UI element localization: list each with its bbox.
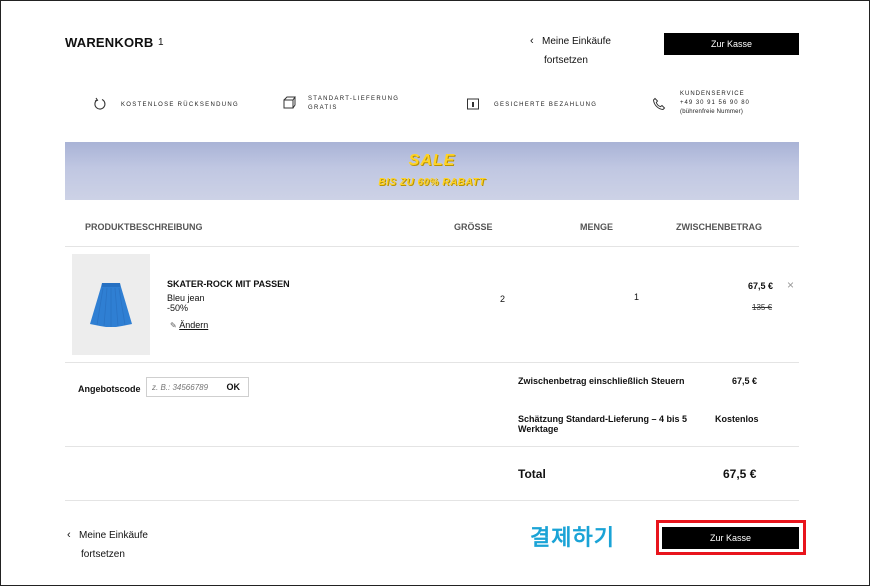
continue-shopping-link-bottom[interactable]: ‹ Meine Einkäufe fortsetzen bbox=[67, 526, 148, 564]
product-color: Bleu jean bbox=[167, 293, 205, 303]
promo-ok-button[interactable]: OK bbox=[227, 382, 241, 392]
chevron-left-icon: ‹ bbox=[67, 529, 71, 541]
divider bbox=[65, 246, 799, 247]
sale-banner[interactable]: SALE BIS ZU 60% RABATT bbox=[65, 142, 799, 200]
feature-secure-payment: GESICHERTE BEZAHLUNG bbox=[494, 102, 598, 108]
item-old-price: 135 € bbox=[752, 303, 773, 312]
promo-code-input[interactable] bbox=[152, 381, 220, 393]
item-price: 67,5 € bbox=[748, 281, 774, 291]
product-name[interactable]: SKATER-ROCK MIT PASSEN bbox=[167, 279, 290, 289]
continue-label-1: Meine Einkäufe bbox=[542, 36, 611, 47]
divider bbox=[65, 362, 799, 363]
promo-code-label: Angebotscode bbox=[78, 384, 141, 394]
feature-customer-service: KUNDENSERVICE +49 30 91 56 90 80 (bühren… bbox=[680, 90, 750, 117]
cart-count: 1 bbox=[158, 37, 164, 48]
continue-label-2: fortsetzen bbox=[544, 55, 588, 66]
page-title: WARENKORB bbox=[65, 35, 154, 50]
remove-item-icon[interactable]: × bbox=[787, 278, 794, 292]
product-image[interactable] bbox=[72, 254, 150, 355]
box-icon bbox=[282, 96, 296, 112]
phone-icon bbox=[652, 97, 666, 113]
product-discount: -50% bbox=[167, 303, 189, 313]
divider bbox=[65, 446, 799, 447]
product-variant: Bleu jean -50% bbox=[167, 293, 205, 313]
shipping-label-line1: Schätzung Standard-Lieferung – 4 bis 5 bbox=[518, 414, 688, 424]
subtotal-value: 67,5 € bbox=[732, 376, 758, 386]
continue-bottom-label-1: Meine Einkäufe bbox=[79, 530, 148, 541]
item-quantity[interactable]: 1 bbox=[634, 292, 639, 302]
customer-service-phone[interactable]: +49 30 91 56 90 80 bbox=[680, 99, 750, 108]
col-header-quantity: MENGE bbox=[580, 222, 614, 232]
feature-delivery-line2: GRATIS bbox=[308, 105, 338, 111]
return-arrow-icon bbox=[93, 97, 107, 113]
chevron-left-icon: ‹ bbox=[530, 35, 534, 47]
shipping-label: Schätzung Standard-Lieferung – 4 bis 5 W… bbox=[518, 414, 687, 434]
col-header-subtotal: ZWISCHENBETRAG bbox=[676, 222, 762, 232]
continue-shopping-link-top[interactable]: ‹ Meine Einkäufe fortsetzen bbox=[530, 32, 611, 70]
checkout-button-bottom[interactable]: Zur Kasse bbox=[662, 527, 799, 549]
subtotal-label: Zwischenbetrag einschließlich Steuern bbox=[518, 376, 685, 386]
banner-title: SALE bbox=[408, 152, 456, 169]
shipping-value: Kostenlos bbox=[715, 414, 759, 424]
shipping-label-line2: Werktage bbox=[518, 424, 559, 434]
feature-delivery-line1: STANDART-LIEFERUNG bbox=[308, 96, 400, 102]
customer-service-note: (bührenfreie Nummer) bbox=[680, 109, 744, 115]
total-label: Total bbox=[518, 467, 546, 481]
col-header-size: GRÖSSE bbox=[454, 222, 493, 232]
col-header-description: PRODUKTBESCHREIBUNG bbox=[85, 222, 203, 232]
edit-label[interactable]: Ändern bbox=[179, 320, 208, 330]
lock-card-icon bbox=[466, 97, 480, 113]
total-value: 67,5 € bbox=[723, 467, 757, 481]
annotation-text: 결제하기 bbox=[530, 525, 615, 550]
item-size: 2 bbox=[500, 294, 506, 304]
pencil-icon: ✎ bbox=[170, 321, 177, 330]
feature-standard-delivery: STANDART-LIEFERUNG GRATIS bbox=[308, 95, 399, 113]
promo-code-box: OK bbox=[146, 377, 249, 397]
divider bbox=[65, 500, 799, 501]
customer-service-title: KUNDENSERVICE bbox=[680, 91, 745, 97]
banner-subtitle: BIS ZU 60% RABATT bbox=[378, 177, 486, 188]
feature-free-return: KOSTENLOSE RÜCKSENDUNG bbox=[121, 102, 239, 108]
checkout-button-top[interactable]: Zur Kasse bbox=[664, 33, 799, 55]
edit-item-link[interactable]: ✎ Ändern bbox=[170, 320, 208, 330]
continue-bottom-label-2: fortsetzen bbox=[81, 549, 125, 560]
